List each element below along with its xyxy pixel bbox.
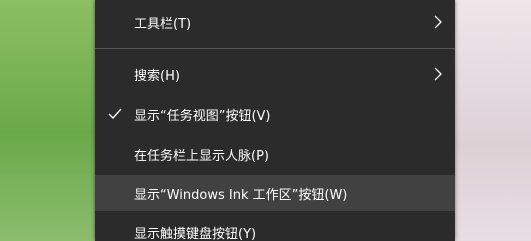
desktop-wallpaper-right [455,0,531,241]
checkmark-icon [108,108,122,120]
chevron-right-icon [434,15,442,29]
menu-separator [95,48,455,49]
menu-item-label: 工具栏(T) [134,16,192,32]
chevron-right-icon [434,67,442,81]
menu-item-show-people[interactable]: 在任务栏上显示人脉(P) [95,136,455,172]
menu-item-show-task-view-button[interactable]: 显示“任务视图”按钮(V) [95,96,455,132]
menu-item-show-touch-keyboard-button[interactable]: 显示触摸键盘按钮(Y) [95,214,455,241]
menu-item-label: 显示“Windows Ink 工作区”按钮(W) [134,187,348,203]
menu-item-toolbars[interactable]: 工具栏(T) [95,4,455,40]
menu-item-show-windows-ink-button[interactable]: 显示“Windows Ink 工作区”按钮(W) [95,175,455,211]
menu-item-label: 显示“任务视图”按钮(V) [134,108,271,124]
taskbar-context-menu: 工具栏(T) 搜索(H) 显示“任务视图”按钮(V) 在任务栏上显示人脉(P) … [95,0,455,241]
menu-item-label: 搜索(H) [134,68,180,84]
menu-item-search[interactable]: 搜索(H) [95,56,455,92]
menu-item-label: 在任务栏上显示人脉(P) [134,148,269,164]
menu-item-label: 显示触摸键盘按钮(Y) [134,226,257,241]
desktop-wallpaper-left [0,0,95,241]
